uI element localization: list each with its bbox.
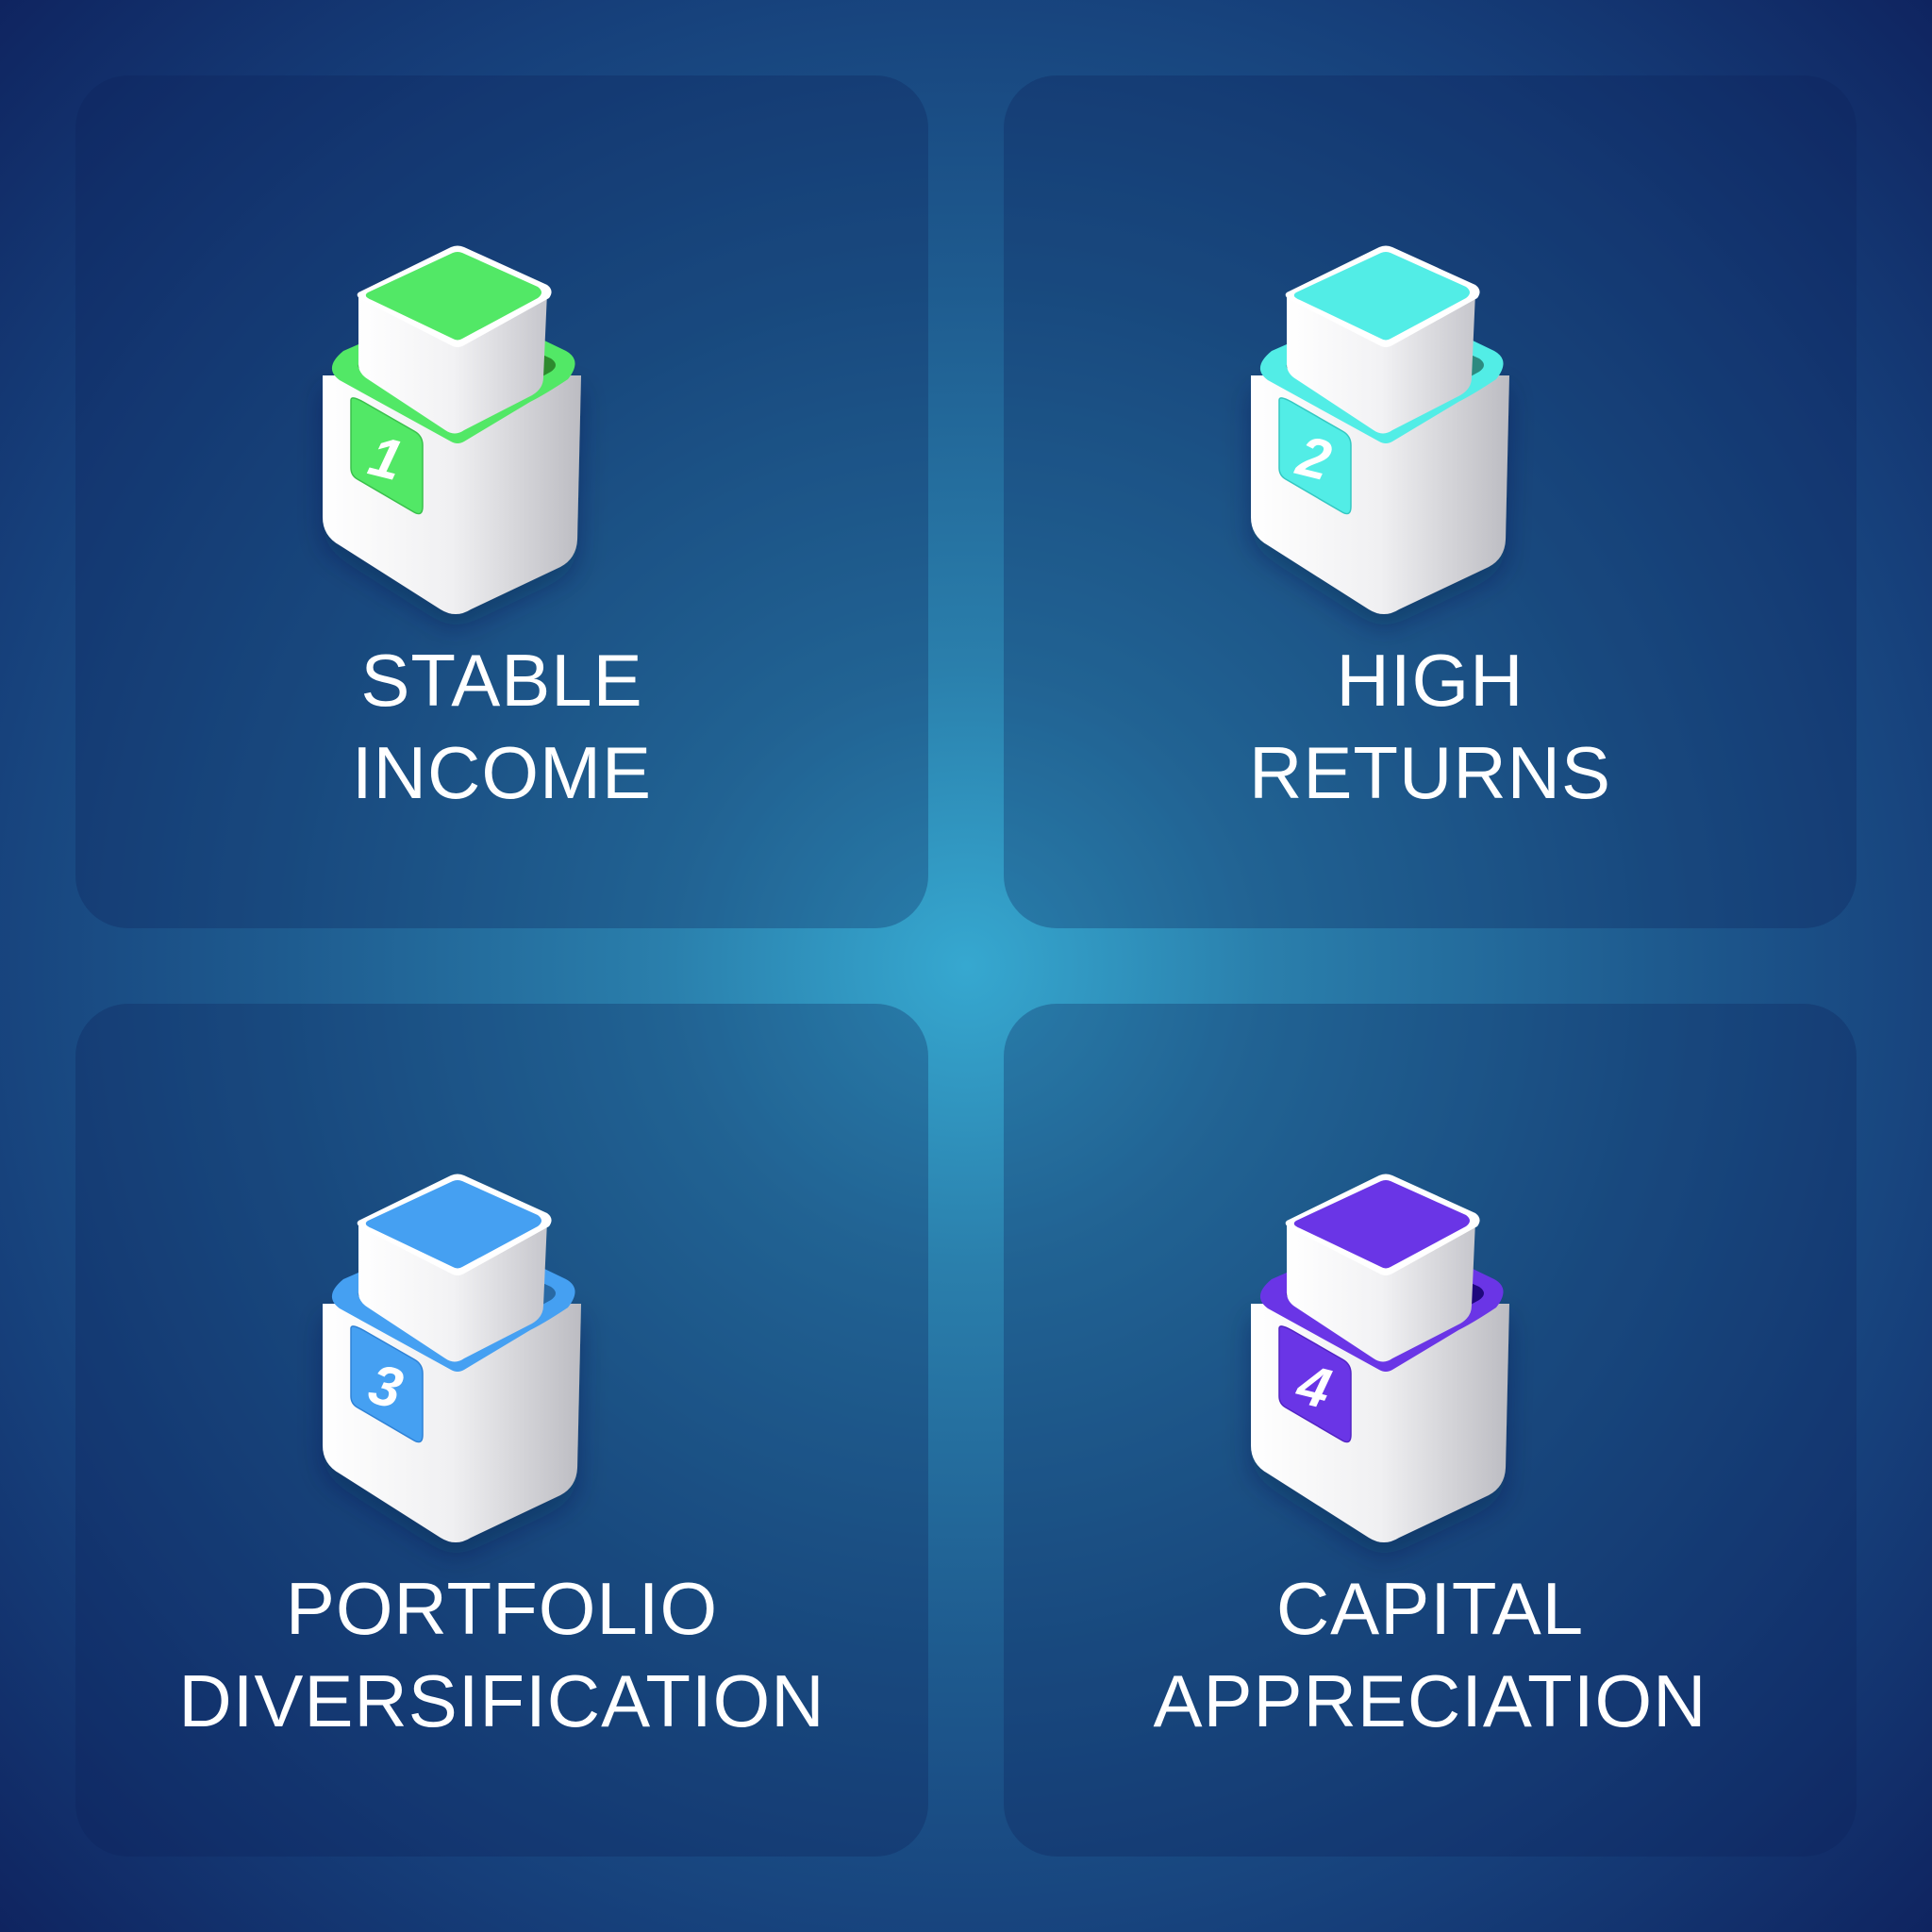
card-title: PORTFOLIO DIVERSIFICATION xyxy=(75,1562,928,1747)
card-stable-income: 1 STABLE INCOME xyxy=(75,75,928,928)
card-title: CAPITAL APPRECIATION xyxy=(1004,1562,1857,1747)
title-line-2: DIVERSIFICATION xyxy=(178,1659,825,1742)
card-portfolio-diversification: 3 PORTFOLIO DIVERSIFICATION xyxy=(75,1004,928,1857)
title-line-1: HIGH xyxy=(1336,639,1524,722)
title-line-1: PORTFOLIO xyxy=(285,1567,719,1650)
title-line-2: RETURNS xyxy=(1248,731,1611,814)
card-title: STABLE INCOME xyxy=(75,634,928,819)
title-line-2: INCOME xyxy=(352,731,652,814)
stacked-box-icon: 4 xyxy=(1251,1174,1509,1542)
card-title: HIGH RETURNS xyxy=(1004,634,1857,819)
stacked-box-icon: 1 xyxy=(323,245,581,614)
stacked-box-icon: 2 xyxy=(1251,245,1509,614)
card-high-returns: 2 HIGH RETURNS xyxy=(1004,75,1857,928)
card-capital-appreciation: 4 CAPITAL APPRECIATION xyxy=(1004,1004,1857,1857)
title-line-1: CAPITAL xyxy=(1275,1567,1585,1650)
title-line-2: APPRECIATION xyxy=(1153,1659,1707,1742)
title-line-1: STABLE xyxy=(360,639,643,722)
stacked-box-icon: 3 xyxy=(323,1174,581,1542)
